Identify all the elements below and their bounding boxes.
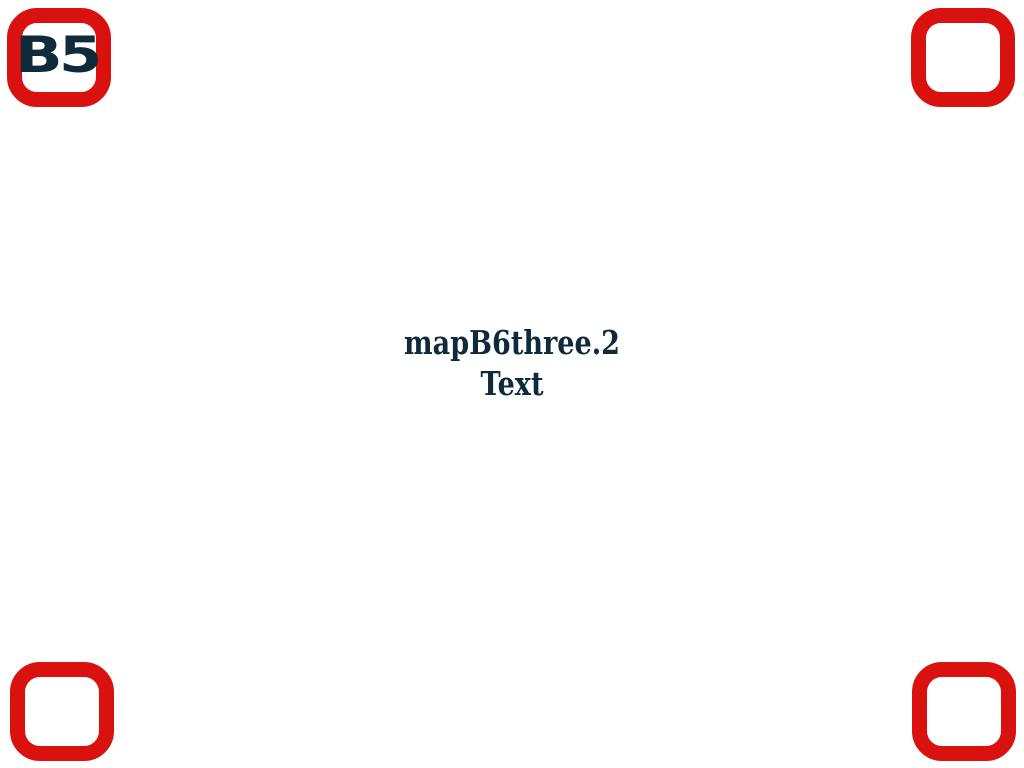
top-right-corner-frame: [911, 8, 1015, 107]
app-screen: B5 mapB6three.2 Text: [0, 0, 1024, 768]
center-subtitle: Text: [480, 364, 544, 403]
center-text-block: mapB6three.2 Text: [0, 322, 1024, 404]
center-title: mapB6three.2: [404, 323, 620, 362]
bottom-left-corner-frame: [10, 662, 114, 761]
bottom-right-corner-frame: [912, 662, 1016, 761]
badge-label: B5: [15, 26, 102, 84]
